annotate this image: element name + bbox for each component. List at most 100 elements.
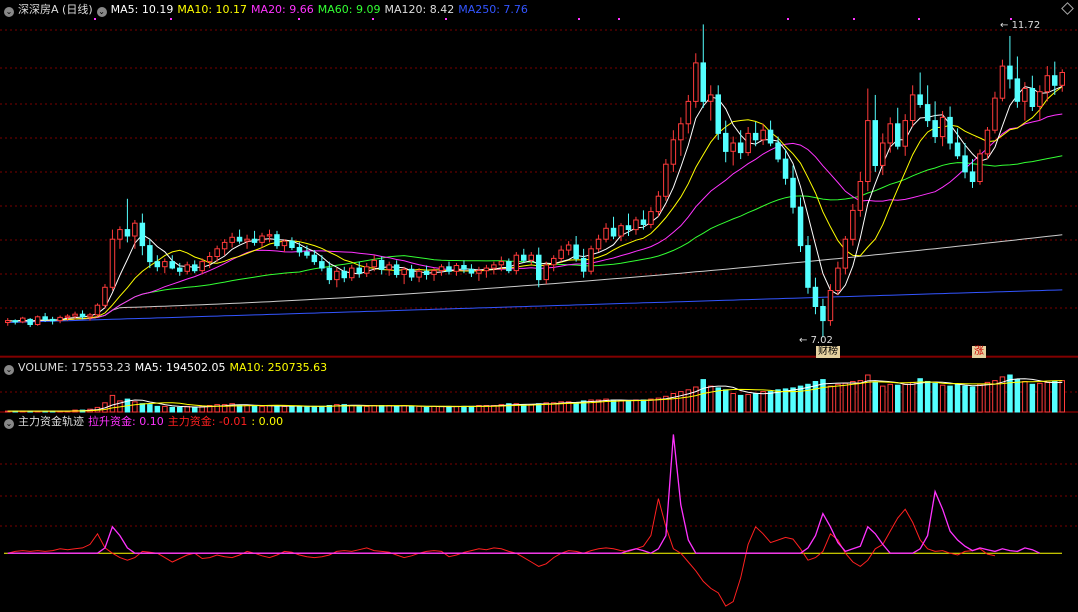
- volume-bar: [453, 405, 460, 413]
- candle-body: [902, 120, 908, 147]
- signal-dot: [918, 18, 920, 20]
- candle-body: [453, 265, 460, 272]
- candle-body: [1052, 75, 1058, 86]
- candle-body: [820, 306, 826, 322]
- legend-vol-ma10: MA10: 250735.63: [229, 361, 328, 374]
- volume-bar: [618, 400, 624, 413]
- candle-body: [962, 155, 968, 173]
- candle-body: [446, 266, 452, 272]
- caibang-tag[interactable]: 财榜: [816, 346, 840, 358]
- candle-body: [289, 240, 295, 249]
- candle-body: [132, 222, 138, 237]
- volume-bar: [169, 406, 175, 413]
- candle-body: [20, 317, 26, 323]
- volume-bar: [1014, 379, 1021, 413]
- volume-bar: [573, 402, 579, 413]
- candle-body: [244, 238, 250, 242]
- volume-bar: [902, 383, 908, 413]
- candle-body: [416, 270, 422, 278]
- candle-body: [917, 94, 923, 106]
- signal-dot: [618, 18, 620, 20]
- chevron-down-icon[interactable]: ⌄: [4, 7, 14, 17]
- volume-bar: [850, 381, 856, 413]
- stock-title: 深深房A (日线): [18, 3, 93, 16]
- volume-bar: [251, 405, 258, 413]
- candle-body: [977, 153, 983, 182]
- volume-bar: [992, 380, 998, 413]
- candle-body: [895, 123, 901, 147]
- candle-body: [364, 266, 370, 274]
- volume-bar: [289, 405, 295, 413]
- volume-bar: [416, 405, 422, 413]
- volume-bar: [349, 405, 355, 413]
- candle-body: [393, 264, 400, 275]
- volume-bar: [962, 385, 968, 413]
- candle-body: [745, 132, 751, 154]
- candle-body: [865, 120, 871, 182]
- volume-bar: [139, 403, 146, 413]
- volume-bar: [947, 385, 953, 413]
- volume-bar: [842, 382, 849, 413]
- volume-bar: [708, 385, 714, 413]
- signal-dot: [170, 18, 172, 20]
- candle-body: [483, 267, 490, 272]
- volume-bar: [782, 388, 789, 413]
- high-price-label: ← 11.72: [1000, 20, 1041, 31]
- legend-ma5: MA5: 10.19: [110, 3, 174, 16]
- volume-bar: [924, 381, 931, 413]
- volume-bar: [296, 405, 303, 413]
- candle-body: [670, 139, 677, 165]
- stock-chart-window: ⌄ 深深房A (日线) ⌄ MA5: 10.19 MA10: 10.17 MA20: 9.…: [0, 0, 1078, 612]
- chevron-down-icon[interactable]: ⌄: [96, 7, 107, 17]
- candle-body: [954, 142, 961, 157]
- pull-fund-line: [7, 434, 1041, 554]
- volume-bar: [939, 384, 946, 413]
- chevron-down-icon[interactable]: ⌄: [4, 365, 14, 375]
- candle-body: [266, 234, 273, 237]
- candle-body: [221, 241, 228, 250]
- high-price-value: 11.72: [1011, 20, 1041, 31]
- volume-bar: [880, 385, 886, 413]
- candle-body: [693, 62, 699, 102]
- volume-bar: [723, 389, 729, 413]
- volume-bar: [162, 405, 168, 413]
- candle-body: [206, 256, 213, 263]
- volume-bar: [633, 399, 639, 413]
- candle-body: [984, 129, 991, 155]
- volume-bar: [446, 405, 452, 413]
- fund-title: 主力资金轨迹: [18, 415, 84, 428]
- volume-bar: [1052, 381, 1058, 413]
- candle-body: [259, 235, 265, 243]
- volume-bar: [700, 379, 706, 413]
- legend-vol-ma5: MA5: 194502.05: [134, 361, 226, 374]
- candle-body: [184, 264, 190, 272]
- candle-body: [192, 264, 198, 272]
- volume-bar: [386, 405, 392, 413]
- signal-dot: [445, 18, 447, 20]
- candle-body: [64, 315, 71, 318]
- volume-bar: [401, 405, 407, 413]
- candle-body: [565, 244, 572, 251]
- volume-bar: [977, 383, 983, 413]
- volume-bar: [311, 405, 318, 413]
- chevron-down-icon[interactable]: ⌄: [4, 419, 14, 429]
- candle-body: [57, 316, 63, 322]
- volume-bar: [805, 383, 811, 413]
- candle-body: [1007, 65, 1013, 80]
- candle-body: [251, 238, 258, 243]
- volume-bar: [259, 405, 265, 413]
- candle-body: [932, 120, 938, 138]
- candle-body: [633, 219, 639, 231]
- candle-body: [1044, 75, 1051, 93]
- candle-body: [109, 238, 116, 288]
- chart-canvas[interactable]: [0, 0, 1078, 612]
- zhang-tag[interactable]: 涨: [972, 346, 986, 358]
- candle-body: [169, 261, 175, 269]
- candle-body: [812, 286, 819, 307]
- candle-body: [528, 254, 534, 261]
- candle-body: [214, 248, 220, 258]
- volume-bar: [468, 405, 475, 413]
- volume-bar: [177, 406, 183, 413]
- candle-body: [124, 229, 131, 237]
- candle-body: [521, 254, 527, 261]
